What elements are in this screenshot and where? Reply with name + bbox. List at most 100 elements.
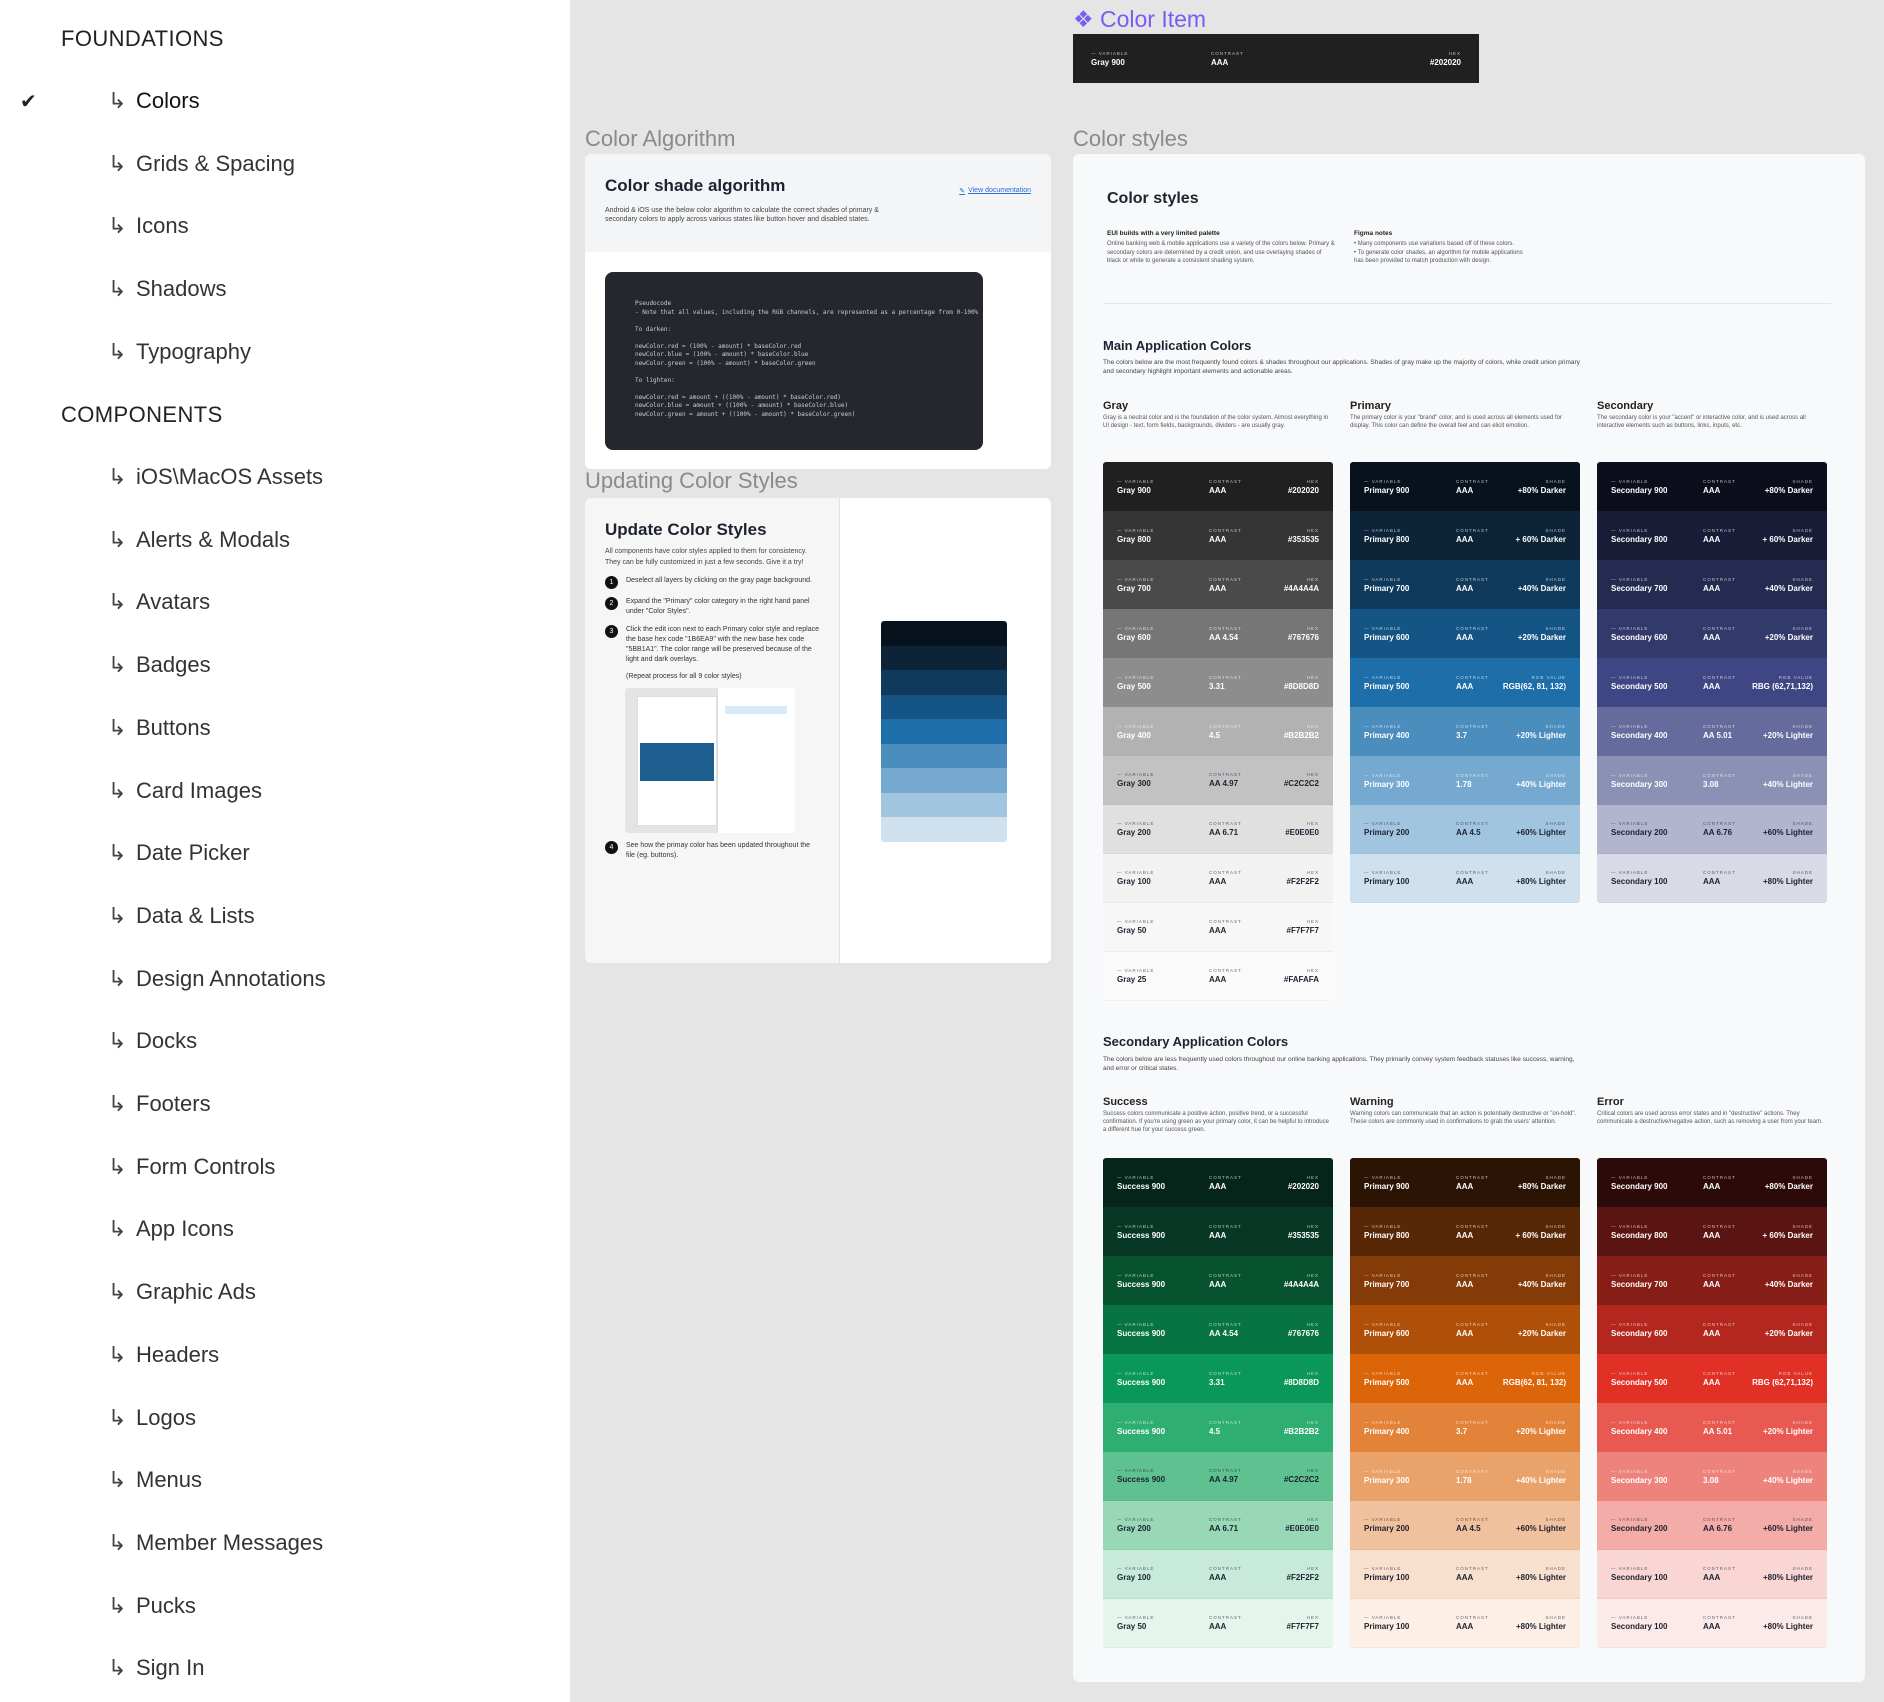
sidebar-item-ios-macos-assets[interactable]: ↳ iOS\MacOS Assets bbox=[108, 464, 323, 490]
color-swatch[interactable]: — VARIABLE Primary 400 CONTRAST 3.7 SHADE +20… bbox=[1350, 707, 1580, 756]
sidebar-item-logos[interactable]: ↳ Logos bbox=[108, 1405, 196, 1431]
sidebar-item-design-annotations[interactable]: ↳ Design Annotations bbox=[108, 966, 326, 992]
color-swatch[interactable]: — VARIABLE Primary 800 CONTRAST AAA SHADE + 6… bbox=[1350, 511, 1580, 560]
color-swatch[interactable]: — VARIABLE Success 900 CONTRAST AA 4.54 HEX #… bbox=[1103, 1305, 1333, 1354]
color-swatch[interactable]: — VARIABLE Primary 300 CONTRAST 1.78 SHADE +4… bbox=[1350, 756, 1580, 805]
color-item-title[interactable]: ❖ Color Item bbox=[1073, 6, 1206, 33]
sidebar-item-graphic-ads[interactable]: ↳ Graphic Ads bbox=[108, 1279, 256, 1305]
sidebar-item-app-icons[interactable]: ↳ App Icons bbox=[108, 1216, 234, 1242]
sidebar-item-card-images[interactable]: ↳ Card Images bbox=[108, 778, 262, 804]
color-swatch[interactable]: — VARIABLE Gray 400 CONTRAST 4.5 HEX #B2B2B2 bbox=[1103, 707, 1333, 756]
color-swatch[interactable]: — VARIABLE Secondary 600 CONTRAST AAA SHADE +… bbox=[1597, 609, 1827, 658]
color-swatch[interactable]: — VARIABLE Primary 200 CONTRAST AA 4.5 SHADE… bbox=[1350, 1501, 1580, 1550]
sidebar-item-colors[interactable]: ↳ Colors bbox=[108, 88, 200, 114]
color-swatch[interactable]: — VARIABLE Primary 300 CONTRAST 1.78 SHADE +4… bbox=[1350, 1452, 1580, 1501]
sidebar-item-badges[interactable]: ↳ Badges bbox=[108, 652, 211, 678]
color-swatch[interactable]: — VARIABLE Gray 200 CONTRAST AA 6.71 HEX #E0E… bbox=[1103, 805, 1333, 854]
contrast-value: AA 5.01 bbox=[1703, 1426, 1733, 1436]
color-swatch[interactable]: — VARIABLE Gray 600 CONTRAST AA 4.54 HEX #767… bbox=[1103, 609, 1333, 658]
sidebar-item-label: Sign In bbox=[136, 1655, 205, 1681]
sidebar-item-member-messages[interactable]: ↳ Member Messages bbox=[108, 1530, 323, 1556]
color-swatch[interactable]: — VARIABLE Success 900 CONTRAST AA 4.97 HEX #… bbox=[1103, 1452, 1333, 1501]
contrast-label: CONTRAST bbox=[1703, 1517, 1736, 1522]
color-swatch[interactable]: — VARIABLE Secondary 500 CONTRAST AAA RGB VA… bbox=[1597, 658, 1827, 707]
color-swatch[interactable]: — VARIABLE Gray 900 CONTRAST AAA HEX #202020 bbox=[1103, 462, 1333, 511]
sidebar-item-shadows[interactable]: ↳ Shadows bbox=[108, 276, 227, 302]
sidebar-item-footers[interactable]: ↳ Footers bbox=[108, 1091, 211, 1117]
color-swatch[interactable]: — VARIABLE Primary 200 CONTRAST AA 4.5 SHADE… bbox=[1350, 805, 1580, 854]
sidebar-item-grids-spacing[interactable]: ↳ Grids & Spacing bbox=[108, 151, 295, 177]
sidebar-item-icons[interactable]: ↳ Icons bbox=[108, 213, 189, 239]
color-swatch[interactable]: — VARIABLE Secondary 100 CONTRAST AAA SHADE +… bbox=[1597, 1550, 1827, 1599]
color-swatch[interactable]: — VARIABLE Gray 700 CONTRAST AAA HEX #4A4A4A bbox=[1103, 560, 1333, 609]
shade-value: +20% Lighter bbox=[1762, 730, 1813, 740]
color-styles-label[interactable]: Color styles bbox=[1073, 126, 1188, 152]
color-swatch[interactable]: — VARIABLE Primary 500 CONTRAST AAA RGB VALU… bbox=[1350, 1354, 1580, 1403]
sidebar-item-menus[interactable]: ↳ Menus bbox=[108, 1467, 202, 1493]
updating-color-styles-label[interactable]: Updating Color Styles bbox=[585, 468, 798, 494]
color-swatch[interactable]: — VARIABLE Primary 700 CONTRAST AAA SHADE +40… bbox=[1350, 1256, 1580, 1305]
color-swatch[interactable]: — VARIABLE Secondary 400 CONTRAST AA 5.01 SH… bbox=[1597, 1403, 1827, 1452]
color-swatch[interactable]: — VARIABLE Primary 900 CONTRAST AAA SHADE +80… bbox=[1350, 1158, 1580, 1207]
color-swatch[interactable]: — VARIABLE Gray 200 CONTRAST AA 6.71 HEX #E0E… bbox=[1103, 1501, 1333, 1550]
color-swatch[interactable]: — VARIABLE Secondary 100 CONTRAST AAA SHADE +… bbox=[1597, 1599, 1827, 1648]
sidebar-item-alerts-modals[interactable]: ↳ Alerts & Modals bbox=[108, 527, 290, 553]
color-swatch[interactable]: — VARIABLE Secondary 200 CONTRAST AA 6.76 SH… bbox=[1597, 1501, 1827, 1550]
color-swatch[interactable]: — VARIABLE Gray 50 CONTRAST AAA HEX #F7F7F7 bbox=[1103, 903, 1333, 952]
color-swatch[interactable]: — VARIABLE Primary 600 CONTRAST AAA SHADE +20… bbox=[1350, 1305, 1580, 1354]
color-swatch[interactable]: — VARIABLE Primary 700 CONTRAST AAA SHADE +40… bbox=[1350, 560, 1580, 609]
color-swatch[interactable]: — VARIABLE Secondary 300 CONTRAST 3.08 SHADE… bbox=[1597, 756, 1827, 805]
color-swatch[interactable]: — VARIABLE Success 900 CONTRAST AAA HEX #4A4A… bbox=[1103, 1256, 1333, 1305]
color-swatch[interactable]: — VARIABLE Primary 500 CONTRAST AAA RGB VALU… bbox=[1350, 658, 1580, 707]
color-swatch[interactable]: — VARIABLE Gray 300 CONTRAST AA 4.97 HEX #C2C… bbox=[1103, 756, 1333, 805]
color-swatch[interactable]: — VARIABLE Success 900 CONTRAST 4.5 HEX #B2B2… bbox=[1103, 1403, 1333, 1452]
color-swatch[interactable]: — VARIABLE Gray 100 CONTRAST AAA HEX #F2F2F2 bbox=[1103, 1550, 1333, 1599]
sidebar-item-buttons[interactable]: ↳ Buttons bbox=[108, 715, 211, 741]
color-swatch[interactable]: — VARIABLE Primary 100 CONTRAST AAA SHADE +80… bbox=[1350, 854, 1580, 903]
color-algorithm-label[interactable]: Color Algorithm bbox=[585, 126, 735, 152]
color-swatch[interactable]: — VARIABLE Secondary 600 CONTRAST AAA SHADE +… bbox=[1597, 1305, 1827, 1354]
color-swatch[interactable]: — VARIABLE Gray 25 CONTRAST AAA HEX #FAFAFA bbox=[1103, 952, 1333, 1001]
color-styles-frame[interactable]: Color styles EUI builds with a very limi… bbox=[1073, 154, 1865, 1682]
color-swatch[interactable]: — VARIABLE Secondary 900 CONTRAST AAA SHADE +… bbox=[1597, 1158, 1827, 1207]
variable-value: Secondary 200 bbox=[1611, 1524, 1668, 1533]
sidebar-item-headers[interactable]: ↳ Headers bbox=[108, 1342, 219, 1368]
color-swatch[interactable]: — VARIABLE Secondary 200 CONTRAST AA 6.76 SH… bbox=[1597, 805, 1827, 854]
color-swatch[interactable]: — VARIABLE Secondary 100 CONTRAST AAA SHADE +… bbox=[1597, 854, 1827, 903]
sidebar-item-date-picker[interactable]: ↳ Date Picker bbox=[108, 840, 250, 866]
color-swatch[interactable]: — VARIABLE Primary 800 CONTRAST AAA SHADE + 6… bbox=[1350, 1207, 1580, 1256]
color-swatch[interactable]: — VARIABLE Gray 100 CONTRAST AAA HEX #F2F2F2 bbox=[1103, 854, 1333, 903]
color-item-component[interactable]: — VARIABLE Gray 900 CONTRAST AAA HEX #20202… bbox=[1073, 34, 1479, 83]
color-swatch[interactable]: — VARIABLE Secondary 800 CONTRAST AAA SHADE +… bbox=[1597, 1207, 1827, 1256]
color-swatch[interactable]: — VARIABLE Gray 800 CONTRAST AAA HEX #353535 bbox=[1103, 511, 1333, 560]
color-swatch[interactable]: — VARIABLE Secondary 900 CONTRAST AAA SHADE +… bbox=[1597, 462, 1827, 511]
color-swatch[interactable]: — VARIABLE Gray 50 CONTRAST AAA HEX #F7F7F7 bbox=[1103, 1599, 1333, 1648]
sidebar-item-pucks[interactable]: ↳ Pucks bbox=[108, 1593, 196, 1619]
color-swatch[interactable]: — VARIABLE Success 900 CONTRAST AAA HEX #2020… bbox=[1103, 1158, 1333, 1207]
sidebar-item-typography[interactable]: ↳ Typography bbox=[108, 339, 251, 365]
color-swatch[interactable]: — VARIABLE Primary 100 CONTRAST AAA SHADE +80… bbox=[1350, 1550, 1580, 1599]
sidebar-item-avatars[interactable]: ↳ Avatars bbox=[108, 589, 210, 615]
color-swatch[interactable]: — VARIABLE Secondary 800 CONTRAST AAA SHADE +… bbox=[1597, 511, 1827, 560]
color-swatch[interactable]: — VARIABLE Secondary 700 CONTRAST AAA SHADE +… bbox=[1597, 1256, 1827, 1305]
section-components: COMPONENTS bbox=[61, 402, 223, 427]
color-swatch[interactable]: — VARIABLE Secondary 500 CONTRAST AAA RGB VA… bbox=[1597, 1354, 1827, 1403]
color-swatch[interactable]: — VARIABLE Primary 600 CONTRAST AAA SHADE +20… bbox=[1350, 609, 1580, 658]
indent-arrow-icon: ↳ bbox=[108, 1153, 127, 1179]
color-swatch[interactable]: — VARIABLE Success 900 CONTRAST 3.31 HEX #8D8… bbox=[1103, 1354, 1333, 1403]
color-swatch[interactable]: — VARIABLE Primary 900 CONTRAST AAA SHADE +80… bbox=[1350, 462, 1580, 511]
color-swatch[interactable]: — VARIABLE Success 900 CONTRAST AAA HEX #3535… bbox=[1103, 1207, 1333, 1256]
color-swatch[interactable]: — VARIABLE Secondary 300 CONTRAST 3.08 SHADE… bbox=[1597, 1452, 1827, 1501]
color-swatch[interactable]: — VARIABLE Secondary 400 CONTRAST AA 5.01 SH… bbox=[1597, 707, 1827, 756]
sidebar-item-form-controls[interactable]: ↳ Form Controls bbox=[108, 1154, 275, 1180]
color-swatch[interactable]: — VARIABLE Primary 100 CONTRAST AAA SHADE +80… bbox=[1350, 1599, 1580, 1648]
view-documentation-link[interactable]: ✎ View documentation bbox=[959, 187, 1031, 195]
sidebar-item-data-lists[interactable]: ↳ Data & Lists bbox=[108, 903, 255, 929]
sidebar-item-docks[interactable]: ↳ Docks bbox=[108, 1028, 197, 1054]
color-swatch[interactable]: — VARIABLE Secondary 700 CONTRAST AAA SHADE +… bbox=[1597, 560, 1827, 609]
sidebar-item-sign-in[interactable]: ↳ Sign In bbox=[108, 1655, 205, 1681]
color-swatch[interactable]: — VARIABLE Primary 400 CONTRAST 3.7 SHADE +20… bbox=[1350, 1403, 1580, 1452]
updating-color-styles-frame[interactable]: Update Color Styles All components have … bbox=[585, 498, 1051, 963]
color-swatch[interactable]: — VARIABLE Gray 500 CONTRAST 3.31 HEX #8D8D8D bbox=[1103, 658, 1333, 707]
color-algorithm-frame[interactable]: Color shade algorithm ✎ View documentatio… bbox=[585, 154, 1051, 469]
